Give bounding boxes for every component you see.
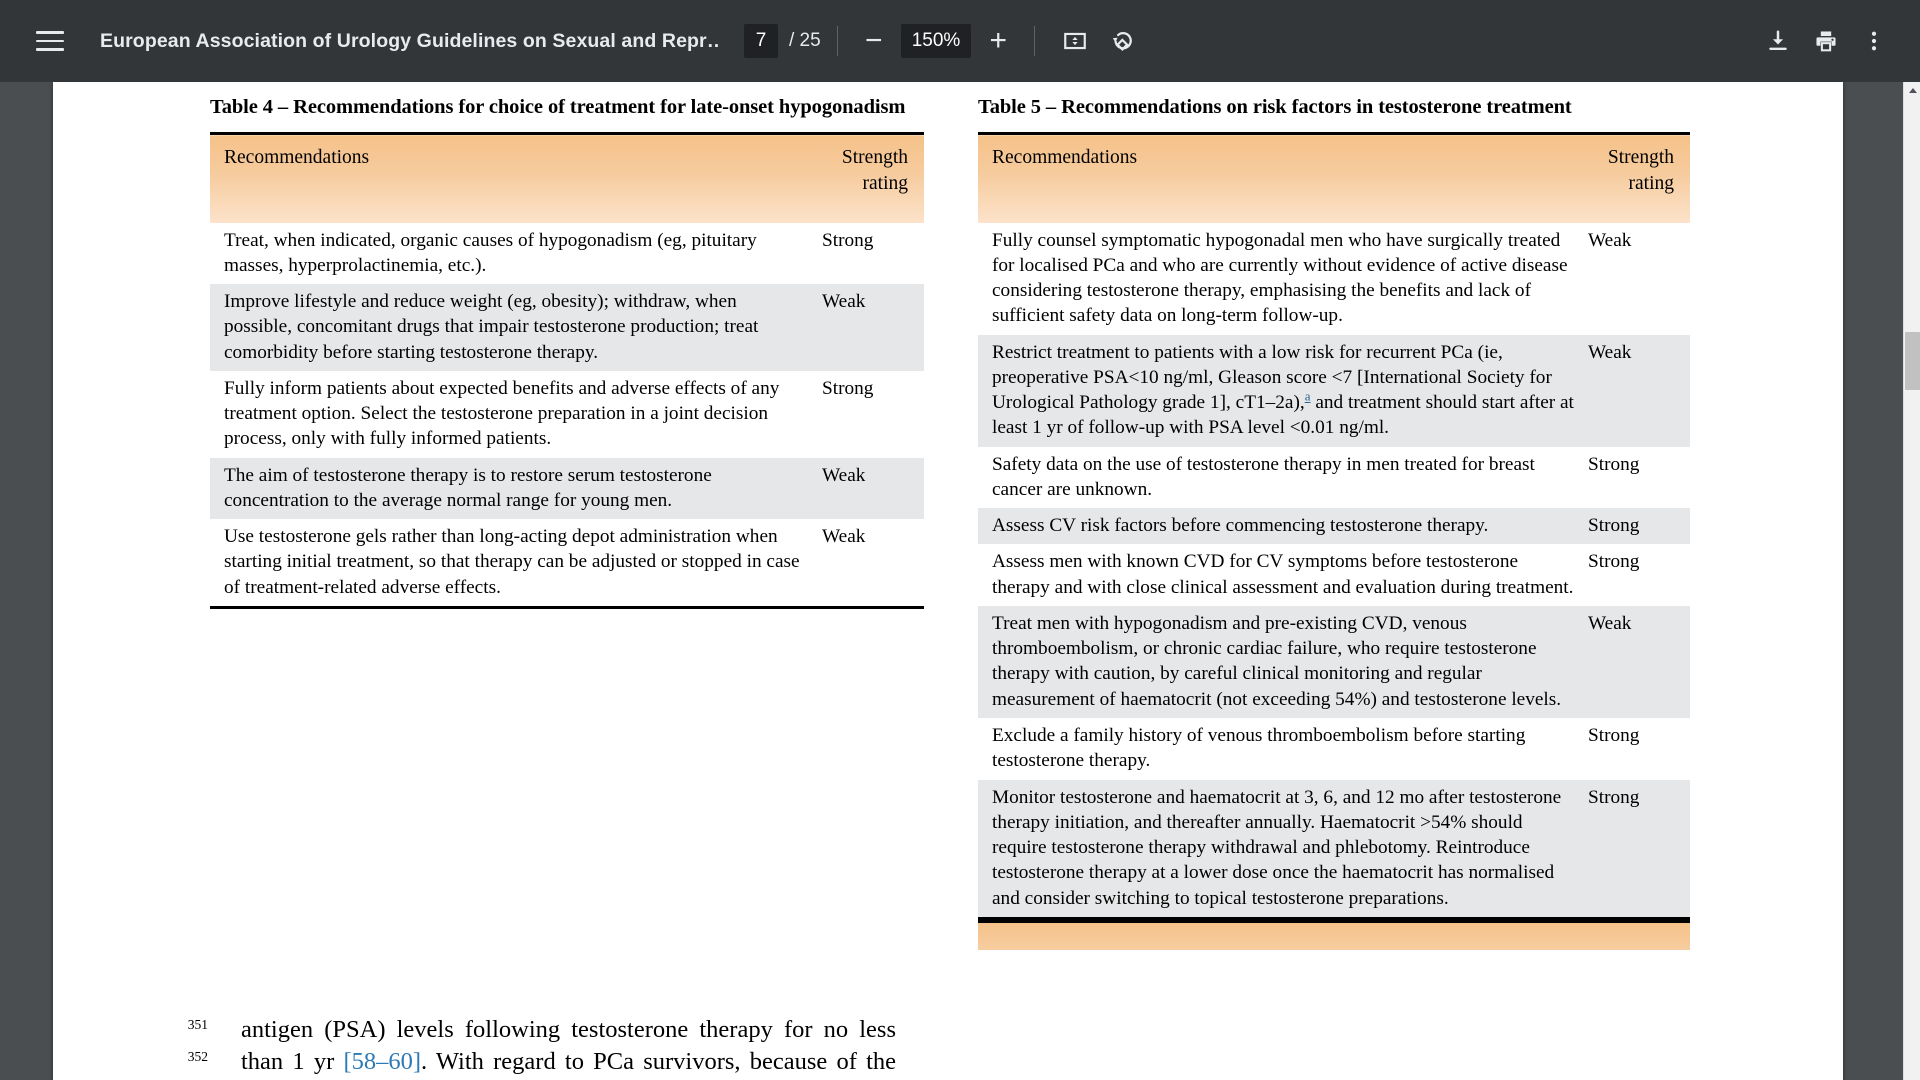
- table-row: Assess men with known CVD for CV symptom…: [978, 544, 1690, 606]
- zoom-controls: − 150% +: [854, 21, 1019, 61]
- strength-rating: Strong: [1578, 544, 1690, 606]
- pdf-toolbar: European Association of Urology Guidelin…: [0, 0, 1920, 82]
- recommendation-text: Restrict treatment to patients with a lo…: [978, 334, 1578, 447]
- strength-rating: Strong: [812, 222, 924, 285]
- table-row: Improve lifestyle and reduce weight (eg,…: [210, 284, 924, 371]
- table-row: Treat, when indicated, organic causes of…: [210, 222, 924, 285]
- document-title: European Association of Urology Guidelin…: [100, 29, 720, 52]
- download-icon: [1769, 30, 1787, 50]
- fit-to-page-icon: [1064, 32, 1087, 50]
- recommendation-text: Monitor testosterone and haematocrit at …: [978, 779, 1578, 920]
- rating-label: rating: [1628, 172, 1674, 194]
- menu-button[interactable]: [26, 17, 74, 65]
- strength-rating: Strong: [812, 370, 924, 458]
- more-actions-button[interactable]: [1850, 17, 1898, 65]
- hamburger-icon: [36, 31, 64, 51]
- table-row: Monitor testosterone and haematocrit at …: [978, 779, 1690, 920]
- table-5-title: Table 5 – Recommendations on risk factor…: [978, 96, 1572, 118]
- strength-rating: Strong: [1578, 508, 1690, 545]
- line-number: 351: [187, 1016, 208, 1032]
- table-row: Assess CV risk factors before commencing…: [978, 508, 1690, 545]
- print-button[interactable]: [1802, 17, 1850, 65]
- body-paragraph: antigen (PSA) levels following testoster…: [241, 1014, 896, 1080]
- table-row: Use testosterone gels rather than long-a…: [210, 519, 924, 609]
- download-button[interactable]: [1754, 17, 1802, 65]
- recommendation-text: Safety data on the use of testosterone t…: [978, 446, 1578, 509]
- line-number: 352: [187, 1049, 208, 1065]
- recommendation-text: Treat men with hypogonadism and pre-exis…: [978, 605, 1578, 719]
- table-5-header-strength-rating: Strength rating: [1578, 133, 1690, 223]
- recommendation-text: Improve lifestyle and reduce weight (eg,…: [210, 284, 812, 371]
- table-row: Fully counsel symptomatic hypogonadal me…: [978, 222, 1690, 335]
- recommendation-text: Assess men with known CVD for CV symptom…: [978, 544, 1578, 606]
- vertical-scrollbar[interactable]: [1903, 82, 1920, 1080]
- view-tools: [1051, 17, 1147, 65]
- zoom-in-button[interactable]: +: [978, 21, 1018, 61]
- strength-rating: Strong: [1578, 446, 1690, 509]
- rating-label: rating: [862, 172, 908, 194]
- recommendation-text: Assess CV risk factors before commencing…: [978, 508, 1578, 545]
- citation-link[interactable]: [58–60]: [343, 1048, 421, 1075]
- scrollbar-thumb[interactable]: [1905, 332, 1920, 390]
- print-icon: [1816, 31, 1836, 52]
- recommendation-text: The aim of testosterone therapy is to re…: [210, 457, 812, 520]
- strength-rating: Weak: [812, 519, 924, 609]
- table-row: The aim of testosterone therapy is to re…: [210, 457, 924, 520]
- rotate-ccw-icon: [1113, 32, 1133, 51]
- strength-rating: Weak: [1578, 222, 1690, 335]
- line-number-gutter: 351 352 353 354 355 356 357 358 359: [178, 1014, 216, 1080]
- table-5-body: Fully counsel symptomatic hypogonadal me…: [978, 222, 1690, 920]
- table-5: Recommendations Strength rating Fully co…: [978, 132, 1690, 920]
- recommendation-text: Fully inform patients about expected ben…: [210, 370, 812, 458]
- table-row: Fully inform patients about expected ben…: [210, 370, 924, 458]
- pdf-viewer[interactable]: Table 4 – Recommendations for choice of …: [0, 82, 1903, 1080]
- strength-rating: Strong: [1578, 718, 1690, 780]
- strength-label: Strength: [841, 147, 908, 169]
- table-4-column: Table 4 – Recommendations for choice of …: [210, 94, 924, 950]
- kebab-menu-icon: [1871, 31, 1877, 51]
- chevron-up-icon: [1908, 88, 1917, 93]
- recommendation-text: Fully counsel symptomatic hypogonadal me…: [978, 222, 1578, 335]
- table-row: Safety data on the use of testosterone t…: [978, 446, 1690, 509]
- body-text-block: 351 352 353 354 355 356 357 358 359 anti…: [53, 950, 1053, 1080]
- toolbar-right-actions: [1754, 17, 1898, 65]
- recommendation-text: Use testosterone gels rather than long-a…: [210, 519, 812, 609]
- rotate-counterclockwise-button[interactable]: [1099, 17, 1147, 65]
- table-4: Recommendations Strength rating Treat, w…: [210, 132, 924, 609]
- recommendation-text: Treat, when indicated, organic causes of…: [210, 222, 812, 285]
- pdf-page: Table 4 – Recommendations for choice of …: [53, 82, 1843, 1080]
- strength-rating: Weak: [1578, 334, 1690, 447]
- page-navigation: 7 / 25: [744, 24, 821, 58]
- table-row: Restrict treatment to patients with a lo…: [978, 334, 1690, 447]
- toolbar-divider-1: [836, 26, 838, 56]
- table-4-header-strength-rating: Strength rating: [812, 133, 924, 223]
- table-4-header-row: Recommendations Strength rating: [210, 133, 924, 223]
- strength-rating: Weak: [812, 457, 924, 520]
- table-row: Treat men with hypogonadism and pre-exis…: [978, 605, 1690, 719]
- strength-rating: Weak: [812, 284, 924, 371]
- scroll-up-button[interactable]: [1904, 82, 1920, 99]
- table-4-body: Treat, when indicated, organic causes of…: [210, 222, 924, 609]
- recommendation-text: Exclude a family history of venous throm…: [978, 718, 1578, 780]
- table-5-footer-band: [978, 919, 1690, 950]
- table-5-header-row: Recommendations Strength rating: [978, 133, 1690, 223]
- zoom-level-display[interactable]: 150%: [900, 24, 972, 58]
- toolbar-divider-2: [1034, 26, 1036, 56]
- footnote-link-a[interactable]: a: [1305, 389, 1311, 404]
- table-4-header-recommendations: Recommendations: [210, 133, 812, 223]
- table-row: Exclude a family history of venous throm…: [978, 718, 1690, 780]
- table-4-title: Table 4 – Recommendations for choice of …: [210, 96, 906, 118]
- zoom-out-button[interactable]: −: [854, 21, 894, 61]
- strength-label: Strength: [1607, 147, 1674, 169]
- page-number-input[interactable]: 7: [744, 24, 778, 58]
- strength-rating: Weak: [1578, 605, 1690, 719]
- fit-to-page-button[interactable]: [1051, 17, 1099, 65]
- table-5-column: Table 5 – Recommendations on risk factor…: [978, 94, 1690, 950]
- line-number: 353: [178, 1074, 208, 1080]
- strength-rating: Strong: [1578, 779, 1690, 920]
- tables-container: Table 4 – Recommendations for choice of …: [53, 82, 1843, 950]
- page-count-label: / 25: [789, 30, 821, 51]
- table-5-header-recommendations: Recommendations: [978, 133, 1578, 223]
